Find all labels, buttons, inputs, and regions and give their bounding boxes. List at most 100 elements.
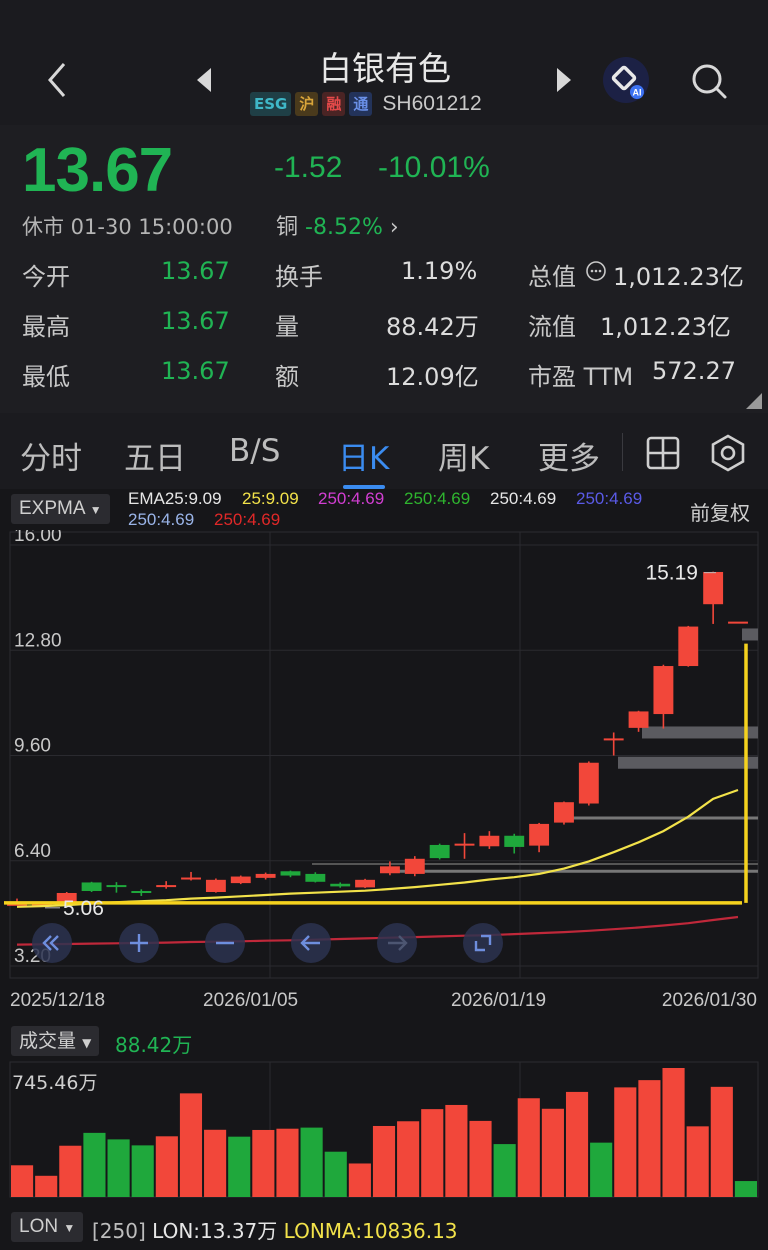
current-volume: 88.42万	[115, 1033, 193, 1057]
price-level-band	[618, 756, 758, 769]
float-cap-value: 1,012.23亿	[600, 313, 731, 341]
volume-chart[interactable]	[0, 1060, 768, 1200]
tab-bs[interactable]: B/S	[229, 433, 280, 469]
reset-view-button[interactable]	[463, 923, 503, 963]
price-level-band	[742, 628, 758, 641]
candle-body	[255, 873, 276, 878]
ema-label: 250:4.69	[128, 510, 195, 529]
volume-bar	[590, 1142, 613, 1197]
candle-body	[529, 823, 550, 846]
price-level-band	[642, 726, 758, 739]
candle-body	[330, 883, 351, 887]
connect-tag: 通	[349, 91, 373, 116]
volume-bar	[638, 1080, 661, 1197]
volume-bar	[204, 1129, 227, 1197]
tab-intraday[interactable]: 分时	[20, 433, 82, 478]
tab-weekly-k[interactable]: 周K	[438, 433, 489, 478]
candle-body	[205, 879, 226, 892]
stock-code: SH601212	[382, 91, 482, 115]
low-value: 13.67	[161, 357, 230, 385]
high-value: 13.67	[161, 307, 230, 335]
x-axis-label: 2026/01/19	[451, 990, 546, 1011]
tab-divider	[622, 433, 623, 471]
market-cap-label: 总值	[528, 263, 576, 291]
zoom-out-button[interactable]	[205, 923, 245, 963]
candle-body	[305, 873, 326, 882]
pe-value: 572.27	[652, 357, 736, 385]
volume-bar	[493, 1144, 516, 1197]
ai-assistant-button[interactable]: AI	[603, 57, 649, 103]
layout-grid-icon[interactable]	[646, 436, 680, 470]
ema-label: 250:4.69	[576, 489, 643, 508]
shanghai-tag: 沪	[295, 91, 319, 116]
zoom-in-button[interactable]	[119, 923, 159, 963]
scroll-left-button[interactable]	[291, 923, 331, 963]
y-tick-label: 9.60	[14, 736, 51, 757]
amount-label: 额	[275, 363, 299, 391]
related-sector[interactable]: 铜 -8.52% ›	[276, 209, 399, 241]
lon-indicator-name: LON	[19, 1216, 59, 1237]
ema-label: 250:4.69	[490, 489, 557, 508]
settings-gear-icon[interactable]	[709, 434, 747, 472]
stock-tags: ESG 沪 融 通 SH601212	[250, 91, 482, 116]
volume-bar	[372, 1125, 396, 1197]
lon-value: LON:13.37万	[152, 1219, 278, 1243]
rewind-button[interactable]	[32, 923, 72, 963]
lonma-value: LONMA:10836.13	[283, 1219, 458, 1243]
volume-bar	[614, 1087, 637, 1197]
candle-body	[81, 882, 102, 892]
next-stock-icon[interactable]	[553, 66, 575, 94]
esg-tag[interactable]: ESG	[250, 91, 292, 116]
volume-bar	[324, 1151, 347, 1197]
ema-main-label: EMA25:9.09	[128, 489, 222, 508]
related-sector-change: -8.52%	[305, 215, 383, 240]
high-label: 最高	[22, 313, 70, 341]
candle-body	[554, 802, 574, 823]
candle-body	[703, 571, 724, 605]
volume-max-label: 745.46万	[12, 1072, 98, 1094]
lon-param: [250]	[92, 1219, 146, 1243]
candle-body	[429, 844, 450, 859]
candle-body	[230, 876, 251, 884]
scroll-right-button[interactable]	[377, 923, 417, 963]
candle-body	[379, 866, 400, 874]
market-status: 休市 01-30 15:00:00	[22, 215, 233, 239]
prev-stock-icon[interactable]	[193, 66, 215, 94]
quote-row: 最高 13.67 量 88.42万 流值 1,012.23亿	[0, 307, 768, 347]
candle-body	[653, 666, 674, 715]
search-icon[interactable]	[688, 60, 730, 102]
lon-indicator-dropdown[interactable]: LON ▼	[11, 1212, 84, 1242]
adjust-mode[interactable]: 前复权	[690, 497, 750, 526]
open-label: 今开	[22, 263, 70, 291]
volume-bar	[710, 1086, 733, 1197]
candlestick-chart[interactable]: 16.0012.809.606.403.2015.195.062025/12/1…	[0, 530, 768, 1018]
candle-body	[280, 871, 301, 876]
indicator-dropdown[interactable]: EXPMA ▼	[11, 494, 110, 524]
candle-body	[106, 885, 127, 888]
quote-row: 最低 13.67 额 12.09亿 市盈 TTM 572.27	[0, 357, 768, 397]
volume-indicator-name: 成交量	[19, 1030, 77, 1052]
turnover-label: 换手	[275, 263, 323, 291]
candle-body	[628, 711, 649, 728]
dropdown-caret-icon: ▼	[82, 1036, 92, 1050]
ema-label: 250:4.69	[214, 510, 281, 529]
turnover-value: 1.19%	[401, 257, 478, 285]
volume-bar	[59, 1145, 82, 1197]
more-circle-icon[interactable]	[585, 260, 607, 288]
candle-body	[728, 621, 748, 624]
ai-icon: AI	[611, 65, 644, 99]
volume-bar	[397, 1121, 420, 1197]
back-arrow-icon[interactable]	[40, 58, 80, 102]
margin-tag: 融	[322, 91, 346, 116]
volume-indicator-dropdown[interactable]: 成交量 ▼	[11, 1026, 100, 1056]
volume-bar	[517, 1098, 540, 1197]
tab-daily-k[interactable]: 日K	[338, 433, 389, 478]
expand-corner-icon[interactable]	[746, 393, 762, 409]
tab-five-day[interactable]: 五日	[124, 433, 186, 478]
y-tick-label: 6.40	[14, 841, 51, 862]
tab-more[interactable]: 更多	[538, 433, 600, 478]
volume-bar	[107, 1139, 130, 1197]
volume-bar	[541, 1108, 564, 1197]
ema-label: 250:4.69	[318, 489, 385, 508]
related-sector-label: 铜	[276, 215, 299, 240]
